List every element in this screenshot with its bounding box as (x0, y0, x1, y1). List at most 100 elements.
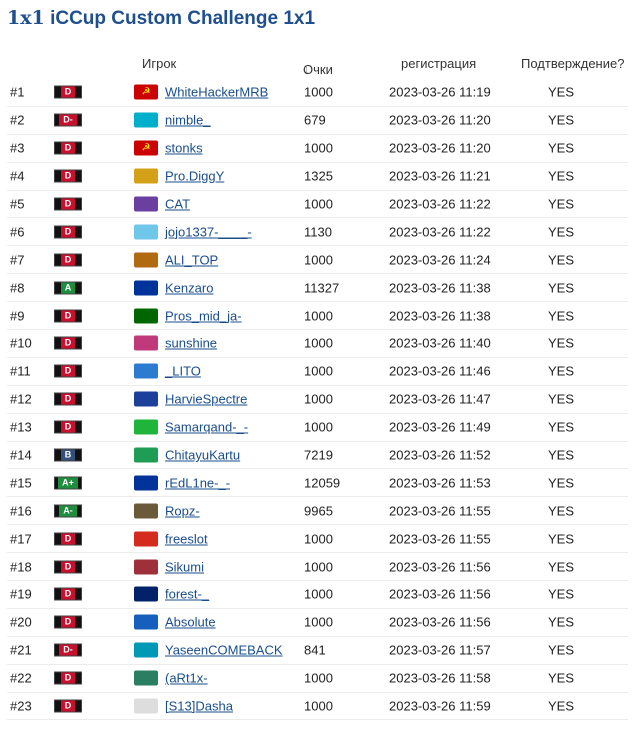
grade-badge: B (54, 448, 82, 462)
points-cell: 1000 (304, 196, 333, 212)
grade-badge: D (54, 85, 82, 99)
points-cell: 1000 (304, 670, 333, 686)
globe-icon (134, 363, 158, 379)
player-link[interactable]: [S13]Dasha (165, 699, 233, 714)
registration-date-cell: 2023-03-26 11:57 (389, 642, 491, 658)
player-link[interactable]: rEdL1ne-_- (165, 475, 230, 490)
confirmation-cell: YES (548, 559, 575, 575)
grade-label: D (60, 170, 76, 182)
grade-label: D (60, 672, 76, 684)
column-header-player[interactable]: Игрок (142, 56, 176, 71)
registration-date-cell: 2023-03-26 11:22 (389, 196, 491, 212)
grade-label: D (60, 365, 76, 377)
player-link[interactable]: stonks (165, 141, 203, 156)
grade-label: D (60, 310, 76, 322)
player-link[interactable]: Sikumi (165, 559, 204, 574)
grade-label: A+ (58, 477, 78, 489)
rank-cell: #8 (10, 280, 25, 296)
player-link[interactable]: Samarqand-_- (165, 420, 248, 435)
king-logo-icon (134, 252, 158, 268)
confirmation-cell: YES (548, 363, 575, 379)
player-link[interactable]: Kenzaro (165, 280, 213, 295)
confirmation-cell: YES (548, 308, 575, 324)
points-cell: 12059 (304, 475, 341, 491)
registration-date-cell: 2023-03-26 11:46 (389, 363, 491, 379)
page: 1x1 iCCup Custom Challenge 1x1 Игрок ↓ Оч… (0, 0, 639, 750)
points-cell: 1325 (304, 168, 333, 184)
confirmation-cell: YES (548, 614, 575, 630)
confirmation-cell: YES (548, 196, 575, 212)
grade-badge: D (54, 560, 82, 574)
grade-badge: D (54, 532, 82, 546)
player-link[interactable]: Pro.DiggY (165, 169, 224, 184)
sunset-icon (134, 335, 158, 351)
registration-date-cell: 2023-03-26 11:55 (389, 503, 491, 519)
rank-cell: #16 (10, 503, 32, 519)
registration-date-cell: 2023-03-26 11:20 (389, 112, 491, 128)
points-cell: 1000 (304, 531, 333, 547)
grade-badge: D (54, 253, 82, 267)
points-cell: 1000 (304, 614, 333, 630)
player-link[interactable]: (aRt1x- (165, 671, 208, 686)
confirmation-cell: YES (548, 642, 575, 658)
player-link[interactable]: WhiteHackerMRB (165, 85, 268, 100)
grade-label: D (60, 700, 76, 712)
grade-badge: D (54, 364, 82, 378)
grade-badge: A (54, 281, 82, 295)
eu-flag-icon (134, 475, 158, 491)
player-link[interactable]: forest-_ (165, 587, 209, 602)
player-link[interactable]: Pros_mid_ja- (165, 308, 242, 323)
title-prefix: 1x1 (7, 7, 45, 29)
page-title: 1x1 iCCup Custom Challenge 1x1 (7, 7, 315, 30)
points-cell: 1000 (304, 252, 333, 268)
column-header-registration[interactable]: регистрация (401, 56, 476, 71)
confirmation-cell: YES (548, 335, 575, 351)
table-row: #5 D CAT 1000 2023-03-26 11:22 YES (7, 191, 628, 219)
player-link[interactable]: HarvieSpectre (165, 392, 247, 407)
player-link[interactable]: _LITO (165, 364, 201, 379)
player-link[interactable]: Ropz- (165, 503, 200, 518)
clan-logo-icon (134, 168, 158, 184)
player-link[interactable]: YaseenCOMEBACK (165, 643, 283, 658)
player-link[interactable]: jojo1337-____- (165, 224, 252, 239)
russia-flag-icon (134, 531, 158, 547)
column-header-confirmation[interactable]: Подтверждение? (521, 56, 624, 71)
grade-badge: A+ (54, 476, 82, 490)
table-row: #23 D [S13]Dasha 1000 2023-03-26 11:59 YES (7, 693, 628, 721)
grade-badge: A- (54, 504, 82, 518)
player-link[interactable]: sunshine (165, 336, 217, 351)
rank-cell: #18 (10, 559, 32, 575)
table-row: #14 B ChitayuKartu 7219 2023-03-26 11:52 YES (7, 442, 628, 470)
player-link[interactable]: ChitayuKartu (165, 448, 240, 463)
grade-badge: D- (54, 643, 82, 657)
player-link[interactable]: freeslot (165, 531, 208, 546)
confirmation-cell: YES (548, 112, 575, 128)
rank-cell: #11 (10, 363, 31, 379)
table-row: #1 D ☭ WhiteHackerMRB 1000 2023-03-26 11:19 YE… (7, 79, 628, 107)
grade-label: A (60, 282, 76, 294)
table-row: #16 A- Ropz- 9965 2023-03-26 11:55 YES (7, 497, 628, 526)
participants-table: #1 D ☭ WhiteHackerMRB 1000 2023-03-26 11:19 YE… (7, 79, 628, 721)
points-cell: 1130 (304, 224, 332, 240)
player-link[interactable]: Absolute (165, 615, 216, 630)
confirmation-cell: YES (548, 670, 575, 686)
registration-date-cell: 2023-03-26 11:56 (389, 614, 491, 630)
rank-cell: #21 (10, 642, 32, 658)
rank-cell: #10 (10, 335, 32, 351)
flag-glyph: ☭ (141, 142, 151, 154)
grade-label: D (60, 393, 76, 405)
registration-date-cell: 2023-03-26 11:58 (389, 670, 491, 686)
confirmation-cell: YES (548, 391, 575, 407)
grade-label: D- (59, 114, 77, 126)
grade-label: D (60, 142, 76, 154)
player-link[interactable]: ALI_TOP (165, 252, 218, 267)
grade-label: D (60, 198, 76, 210)
grade-badge: D (54, 587, 82, 601)
registration-date-cell: 2023-03-26 11:22 (389, 224, 491, 240)
table-row: #10 Dsunshine 1000 2023-03-26 11:40 YES (7, 330, 628, 358)
rank-cell: #3 (10, 140, 25, 156)
table-row: #15 A+ rEdL1ne-_- 12059 2023-03-26 11:53 YES (7, 469, 628, 498)
rank-cell: #13 (10, 419, 32, 435)
player-link[interactable]: CAT (165, 197, 190, 212)
player-link[interactable]: nimble_ (165, 113, 211, 128)
